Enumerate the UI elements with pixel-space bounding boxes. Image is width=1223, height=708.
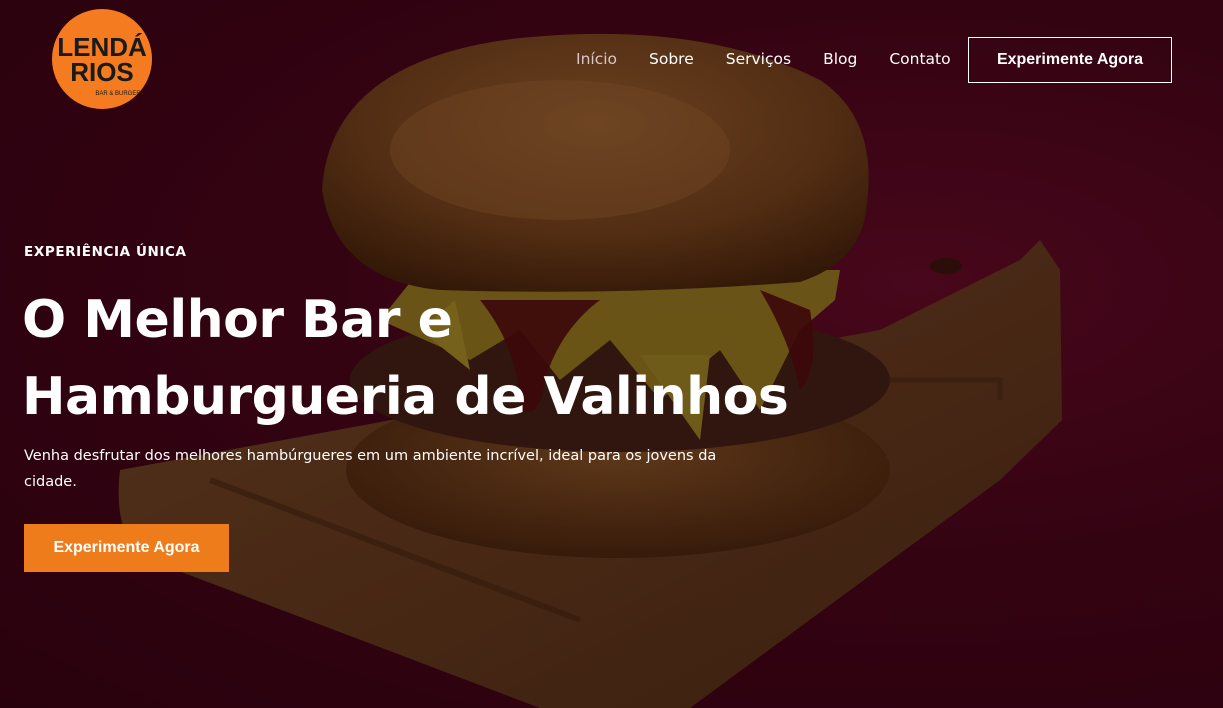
hero-eyebrow: EXPERIÊNCIA ÚNICA bbox=[24, 244, 187, 260]
main-nav: Início Sobre Serviços Blog Contato bbox=[560, 48, 967, 70]
header-cta-button[interactable]: Experimente Agora bbox=[968, 37, 1172, 83]
nav-link-blog[interactable]: Blog bbox=[807, 48, 873, 70]
nav-link-contato[interactable]: Contato bbox=[873, 48, 966, 70]
hero-cta-button[interactable]: Experimente Agora bbox=[24, 524, 229, 572]
hero-headline-line1: O Melhor Bar e bbox=[22, 290, 453, 350]
logo-text-line2: RIOS bbox=[70, 57, 134, 87]
logo-tagline: BAR & BURGER bbox=[95, 91, 141, 97]
nav-link-inicio[interactable]: Início bbox=[560, 48, 633, 70]
brand-logo[interactable]: LENDÁ RIOS BAR & BURGER bbox=[52, 9, 152, 109]
nav-link-sobre[interactable]: Sobre bbox=[633, 48, 710, 70]
nav-link-servicos[interactable]: Serviços bbox=[710, 48, 807, 70]
hero-subtitle: Venha desfrutar dos melhores hambúrguere… bbox=[24, 448, 717, 490]
hero-section: LENDÁ RIOS BAR & BURGER Início Sobre Ser… bbox=[0, 0, 1223, 708]
hero-headline: O Melhor Bar e Hamburgueria de Valinhos bbox=[22, 282, 822, 436]
hero-headline-line2: Hamburgueria de Valinhos bbox=[22, 367, 789, 427]
